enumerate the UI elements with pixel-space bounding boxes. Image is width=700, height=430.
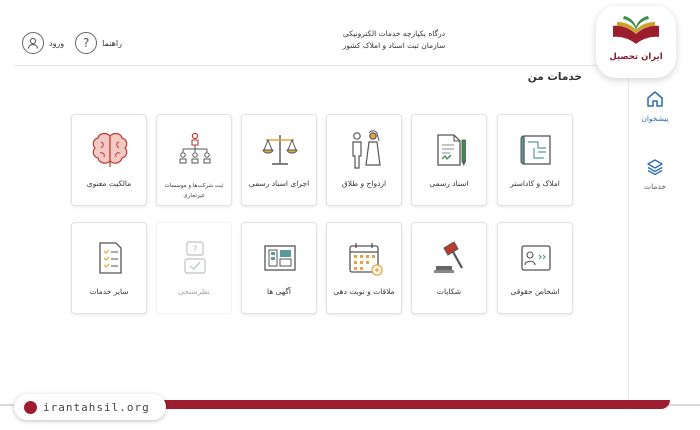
- top-header: ورود ? راهنما درگاه یکپارچه خدمات الکترو…: [14, 18, 634, 66]
- tile-cadastre[interactable]: املاک و کاداستر: [497, 114, 573, 206]
- tile-intellectual-property[interactable]: مالکیت معنوی: [71, 114, 147, 206]
- globe-icon: [24, 400, 37, 414]
- book-logo-icon: [613, 16, 659, 44]
- document-pen-icon: [437, 134, 466, 166]
- sidebar-item-services[interactable]: خدمات: [629, 158, 681, 191]
- survey-icon: ?: [184, 241, 206, 274]
- scales-icon: [262, 135, 298, 165]
- calendar-icon: [349, 243, 383, 276]
- tile-survey: ? نظرسنجی: [156, 222, 232, 314]
- tile-official-documents[interactable]: اسناد رسمی: [411, 114, 487, 206]
- tile-label: اجرای اسناد رسمی: [248, 179, 310, 188]
- tile-other-services[interactable]: سایر خدمات: [71, 222, 147, 314]
- id-card-icon: [521, 245, 551, 271]
- site-url: irantahsil.org: [43, 400, 150, 414]
- tile-legal-entities[interactable]: اشخاص حقوقی: [497, 222, 573, 314]
- app-window: { "header": { "login_label": "ورود", "he…: [0, 0, 700, 430]
- footer-brand-bar: [150, 400, 670, 409]
- org-title-line2: سازمان ثبت اسناد و املاک کشور: [342, 41, 446, 50]
- brand-logo: ایران تحصیل: [596, 6, 676, 78]
- page-title: خدمات من: [527, 71, 582, 83]
- couple-icon: [352, 130, 381, 169]
- tile-label: ازدواج و طلاق: [341, 179, 387, 188]
- org-chart-icon: [179, 132, 211, 164]
- tile-label: ملاقات و نوبت دهی: [333, 287, 395, 296]
- tile-announcements[interactable]: آگهی ها: [241, 222, 317, 314]
- tile-label: اشخاص حقوقی: [510, 287, 560, 296]
- sidebar-item-label: پیشخوان: [641, 114, 669, 123]
- ad-board-icon: [264, 245, 296, 271]
- home-icon: [647, 91, 663, 107]
- sidebar-item-dashboard[interactable]: پیشخوان: [629, 90, 681, 123]
- tile-label: اسناد رسمی: [429, 179, 469, 188]
- tile-label: آگهی ها: [267, 287, 291, 296]
- org-title: درگاه یکپارچه خدمات الکترونیکی سازمان ثب…: [314, 28, 474, 52]
- help-icon[interactable]: ?: [75, 32, 98, 54]
- brain-icon: [92, 132, 128, 167]
- checklist-icon: [99, 242, 122, 274]
- login-link[interactable]: ورود: [49, 39, 64, 48]
- tile-company-registration[interactable]: ثبت شرکت‌ها و موسسات غیرتجاری: [156, 114, 232, 206]
- org-title-line1: درگاه یکپارچه خدمات الکترونیکی: [342, 29, 446, 38]
- tile-label: ثبت شرکت‌ها و موسسات غیرتجاری: [164, 183, 224, 199]
- tile-label: سایر خدمات: [89, 287, 129, 296]
- tile-marriage-divorce[interactable]: ازدواج و طلاق: [326, 114, 402, 206]
- help-link[interactable]: راهنما: [102, 39, 122, 48]
- sidebar-item-label: خدمات: [644, 182, 666, 191]
- tile-label: شکایات: [436, 287, 462, 296]
- header-actions: ورود ? راهنما: [22, 32, 122, 54]
- layers-icon: [647, 159, 663, 176]
- tile-enforcement[interactable]: اجرای اسناد رسمی: [241, 114, 317, 206]
- user-avatar-icon[interactable]: [22, 32, 44, 54]
- tile-appointments[interactable]: ملاقات و نوبت دهی: [326, 222, 402, 314]
- tile-label: مالکیت معنوی: [86, 179, 132, 188]
- tile-label: املاک و کاداستر: [510, 179, 560, 188]
- logo-text: ایران تحصیل: [609, 52, 663, 62]
- sidebar: پیشخوان خدمات: [628, 70, 680, 410]
- gavel-icon: [434, 241, 463, 273]
- site-url-badge: irantahsil.org: [14, 394, 166, 420]
- svg-text:?: ?: [193, 245, 198, 255]
- cadastre-map-icon: [520, 135, 551, 165]
- tile-complaints[interactable]: شکایات: [411, 222, 487, 314]
- tile-label: نظرسنجی: [177, 287, 211, 296]
